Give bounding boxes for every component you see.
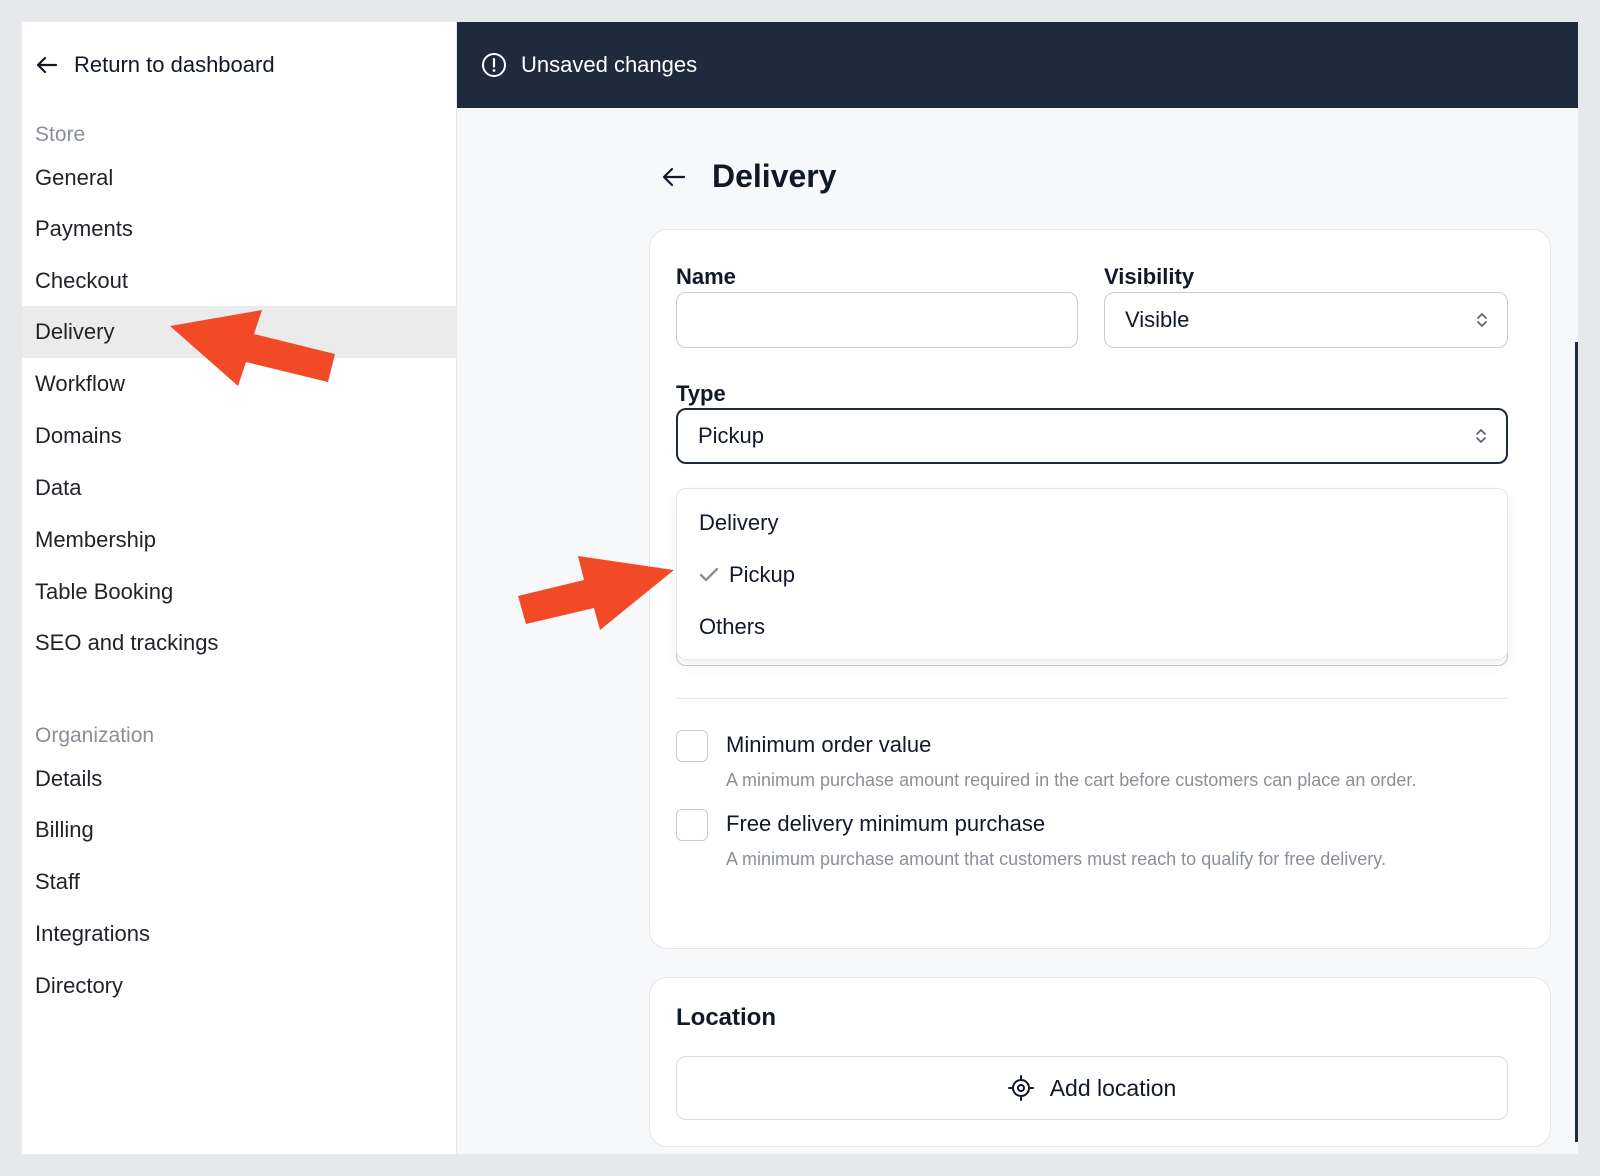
- sidebar-item-details[interactable]: Details: [22, 753, 457, 805]
- sidebar-item-label: Domains: [35, 423, 122, 448]
- option-label: Delivery: [699, 510, 779, 535]
- sidebar-item-membership[interactable]: Membership: [22, 514, 457, 566]
- visibility-select[interactable]: Visible: [1104, 292, 1508, 348]
- settings-sidebar: Return to dashboard Store General Paymen…: [22, 22, 457, 1154]
- sidebar-item-integrations[interactable]: Integrations: [22, 908, 457, 960]
- sidebar-item-label: Delivery: [35, 319, 115, 344]
- type-dropdown-menu: Delivery Pickup Others: [676, 488, 1508, 660]
- minimum-order-description: A minimum purchase amount required in th…: [726, 770, 1417, 790]
- back-button[interactable]: [662, 167, 686, 187]
- store-section-label: Store: [35, 123, 86, 146]
- type-select[interactable]: Pickup: [676, 408, 1508, 464]
- sidebar-item-label: Payments: [35, 216, 133, 241]
- unsaved-changes-bar: Unsaved changes: [457, 22, 1578, 108]
- chevron-up-down-icon: [1474, 426, 1488, 446]
- option-label: Others: [699, 614, 766, 639]
- unsaved-changes-text: Unsaved changes: [521, 52, 698, 77]
- section-divider: [676, 698, 1508, 699]
- visibility-value: Visible: [1125, 307, 1190, 332]
- sidebar-item-workflow[interactable]: Workflow: [22, 358, 457, 410]
- sidebar-item-label: Membership: [35, 527, 157, 552]
- sidebar-item-label: Staff: [35, 869, 80, 894]
- organization-section-label: Organization: [35, 724, 155, 747]
- visibility-label: Visibility: [1104, 264, 1195, 289]
- minimum-order-checkbox[interactable]: [676, 730, 708, 762]
- sidebar-item-directory[interactable]: Directory: [22, 960, 457, 1012]
- chevron-up-down-icon: [1475, 310, 1489, 330]
- scrollbar[interactable]: [1575, 342, 1578, 1142]
- sidebar-item-label: Data: [35, 475, 82, 500]
- type-option-others[interactable]: Others: [677, 601, 1507, 653]
- sidebar-item-label: Checkout: [35, 268, 128, 293]
- sidebar-item-staff[interactable]: Staff: [22, 856, 457, 908]
- type-label: Type: [676, 381, 726, 406]
- minimum-order-title: Minimum order value: [726, 732, 932, 757]
- type-value: Pickup: [698, 423, 765, 448]
- sidebar-item-domains[interactable]: Domains: [22, 410, 457, 462]
- delivery-form-card: Name Visibility Visible Type Pickup Deli…: [649, 229, 1551, 949]
- sidebar-item-billing[interactable]: Billing: [22, 804, 457, 856]
- sidebar-item-seo-and-trackings[interactable]: SEO and trackings: [22, 617, 457, 669]
- return-to-dashboard-link[interactable]: Return to dashboard: [36, 52, 275, 78]
- free-delivery-checkbox[interactable]: [676, 809, 708, 841]
- sidebar-item-label: SEO and trackings: [35, 630, 219, 655]
- check-icon: [699, 567, 729, 583]
- page-title: Delivery: [712, 158, 837, 194]
- free-delivery-description: A minimum purchase amount that customers…: [726, 849, 1386, 869]
- sidebar-item-table-booking[interactable]: Table Booking: [22, 566, 457, 618]
- alert-circle-icon: [482, 53, 506, 77]
- arrow-left-icon: [36, 56, 58, 74]
- free-delivery-title: Free delivery minimum purchase: [726, 811, 1046, 836]
- type-option-delivery[interactable]: Delivery: [677, 497, 1507, 549]
- type-option-pickup[interactable]: Pickup: [677, 549, 1507, 601]
- sidebar-item-checkout[interactable]: Checkout: [22, 255, 457, 307]
- sidebar-item-label: General: [35, 165, 114, 190]
- sidebar-item-label: Details: [35, 766, 103, 791]
- name-input[interactable]: [676, 292, 1078, 348]
- sidebar-item-label: Workflow: [35, 371, 126, 396]
- sidebar-item-label: Billing: [35, 817, 94, 842]
- return-to-dashboard-label: Return to dashboard: [74, 52, 275, 77]
- crosshair-icon: [1007, 1075, 1034, 1101]
- page-header: Delivery: [662, 158, 837, 195]
- sidebar-item-payments[interactable]: Payments: [22, 203, 457, 255]
- name-label: Name: [676, 264, 736, 289]
- sidebar-item-delivery[interactable]: Delivery: [22, 306, 457, 358]
- option-label: Pickup: [729, 562, 796, 587]
- sidebar-item-label: Integrations: [35, 921, 150, 946]
- sidebar-item-data[interactable]: Data: [22, 462, 457, 514]
- location-card: Location Add location: [649, 977, 1551, 1147]
- add-location-button[interactable]: Add location: [676, 1056, 1508, 1120]
- sidebar-item-general[interactable]: General: [22, 152, 457, 204]
- add-location-label: Add location: [1049, 1074, 1177, 1101]
- sidebar-item-label: Table Booking: [35, 579, 174, 604]
- sidebar-item-label: Directory: [35, 973, 124, 998]
- arrow-left-icon: [662, 167, 686, 186]
- location-title: Location: [676, 1004, 776, 1031]
- app-window: Return to dashboard Store General Paymen…: [22, 22, 1578, 1154]
